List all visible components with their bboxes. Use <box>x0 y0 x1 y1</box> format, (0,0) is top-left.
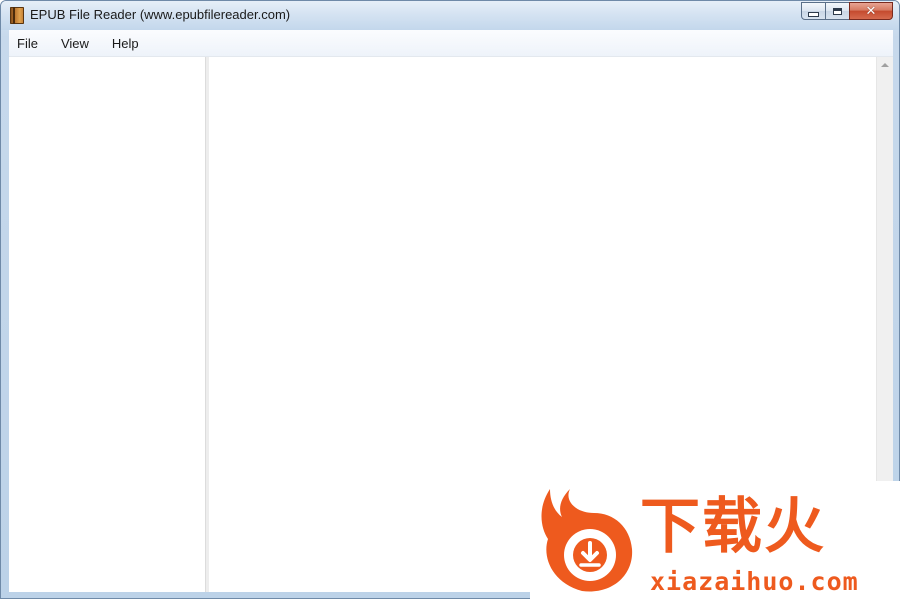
book-icon[interactable] <box>10 7 24 24</box>
title-bar[interactable]: EPUB File Reader (www.epubfilereader.com… <box>1 1 899 30</box>
flame-logo-icon <box>541 489 633 592</box>
maximize-button[interactable] <box>825 2 850 20</box>
watermark: 下载火 xiazaihuo.com <box>530 481 900 599</box>
menu-file[interactable]: File <box>9 36 45 51</box>
caption-buttons: ✕ <box>801 2 893 20</box>
close-icon: ✕ <box>865 3 877 19</box>
window-title: EPUB File Reader (www.epubfilereader.com… <box>30 7 291 22</box>
minimize-button[interactable] <box>801 2 826 20</box>
maximize-icon <box>833 7 842 15</box>
menu-bar: File View Help <box>9 30 893 57</box>
menu-help[interactable]: Help <box>104 36 146 51</box>
scrollbar-track[interactable] <box>879 77 891 477</box>
watermark-chinese-text: 下载火 <box>640 492 826 562</box>
menu-view[interactable]: View <box>53 36 96 51</box>
table-of-contents-pane[interactable] <box>9 57 205 592</box>
close-button[interactable]: ✕ <box>849 2 893 20</box>
watermark-url: xiazaihuo.com <box>650 567 859 596</box>
minimize-icon <box>808 11 819 17</box>
scroll-up-arrow-icon[interactable] <box>881 63 889 67</box>
